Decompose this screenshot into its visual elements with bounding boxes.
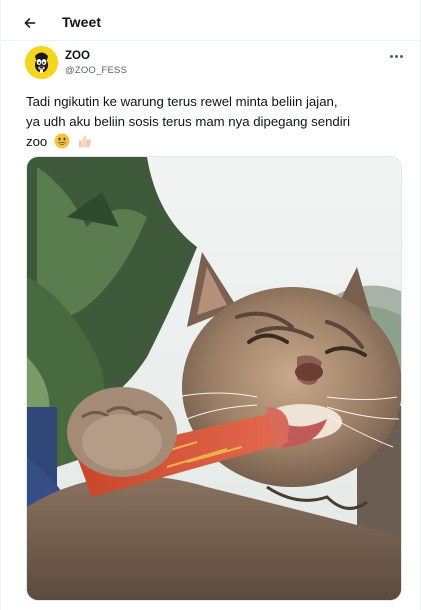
back-button[interactable] — [19, 12, 41, 34]
author-name[interactable]: ZOO — [65, 50, 90, 62]
tweet-photo[interactable] — [26, 156, 402, 601]
goofy-logo-icon — [25, 46, 58, 79]
tweet-page: Tweet ZOO @ZOO_FESS Tadi ngikutin ke war… — [0, 0, 421, 610]
tweet-text: Tadi ngikutin ke warung terus rewel mint… — [26, 92, 406, 152]
thumbs-up-icon — [78, 135, 91, 148]
tweet-line: zoo — [26, 134, 48, 149]
more-dot-icon — [394, 54, 398, 58]
cat-eating-sausage-photo — [27, 157, 401, 600]
more-options-button[interactable] — [385, 49, 407, 63]
more-dot-icon — [389, 54, 393, 58]
more-dot-icon — [399, 54, 403, 58]
arrow-left-icon — [24, 18, 36, 28]
tweet-line: ya udh aku beliin sosis terus mam nya di… — [26, 114, 351, 129]
header-divider — [1, 40, 421, 41]
avatar[interactable] — [25, 46, 58, 79]
tweet-last-line: zoo — [26, 132, 406, 152]
author-handle[interactable]: @ZOO_FESS — [65, 65, 127, 76]
grinning-face-icon — [54, 133, 70, 149]
tweet-line: Tadi ngikutin ke warung terus rewel mint… — [26, 94, 338, 109]
page-title: Tweet — [62, 14, 102, 30]
